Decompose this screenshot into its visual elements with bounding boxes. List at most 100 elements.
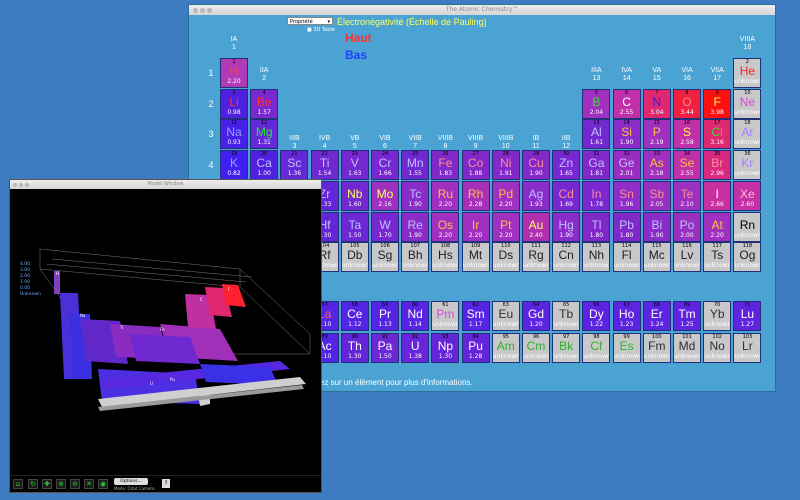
- element-cell-Cf[interactable]: 98 Cf unknown: [582, 333, 611, 363]
- element-cell-Ar[interactable]: 18 Ar unknown: [733, 119, 762, 150]
- element-cell-Md[interactable]: 101 Md unknown: [673, 333, 701, 363]
- fit-icon[interactable]: ✕: [84, 479, 94, 489]
- element-cell-Es[interactable]: 99 Es unknown: [612, 333, 641, 363]
- table-mode-label[interactable]: ■ 3D Table: [307, 27, 335, 33]
- element-cell-Tm[interactable]: 69 Tm 1.25: [673, 301, 701, 331]
- element-cell-Kr[interactable]: 36 Kr unknown: [733, 150, 762, 181]
- property-dropdown[interactable]: Propriété ▾: [287, 17, 333, 25]
- element-cell-Ag[interactable]: Ag 1.93: [522, 180, 550, 211]
- element-cell-Er[interactable]: 68 Er 1.24: [642, 301, 671, 331]
- element-cell-Rh[interactable]: Rh 2.28: [461, 180, 490, 211]
- element-cell-K[interactable]: 19 K 0.82: [220, 150, 248, 181]
- element-cell-Ne[interactable]: 10 Ne unknown: [733, 88, 762, 119]
- element-cell-Ge[interactable]: 32 Ge 2.01: [612, 150, 641, 181]
- element-cell-Ga[interactable]: 31 Ga 1.81: [582, 150, 611, 181]
- element-cell-Nb[interactable]: Nb 1.60: [340, 180, 369, 211]
- element-cell-Ir[interactable]: Ir 2.20: [461, 211, 490, 242]
- element-cell-Po[interactable]: Po 2.00: [673, 211, 701, 242]
- element-cell-Ni[interactable]: 28 Ni 1.91: [491, 150, 520, 181]
- element-cell-Cu[interactable]: 29 Cu 1.90: [522, 150, 550, 181]
- element-cell-S[interactable]: 16 S 2.58: [673, 119, 701, 150]
- element-cell-V[interactable]: 23 V 1.63: [340, 150, 369, 181]
- element-cell-Lu[interactable]: 71 Lu 1.27: [733, 301, 762, 331]
- element-cell-Tb[interactable]: 65 Tb unknown: [552, 301, 581, 331]
- element-cell-Og[interactable]: 118 Og unknown: [733, 242, 762, 273]
- element-cell-He[interactable]: 2 He unknown: [733, 58, 762, 88]
- element-cell-U[interactable]: 92 U 1.38: [401, 333, 430, 363]
- zoom-in-icon[interactable]: ⊕: [56, 479, 66, 489]
- element-cell-Lv[interactable]: 116 Lv unknown: [673, 242, 701, 273]
- element-cell-H[interactable]: 1 H 2.20: [220, 58, 248, 88]
- options-button[interactable]: Options...: [114, 478, 148, 485]
- element-cell-Np[interactable]: 93 Np 1.30: [431, 333, 460, 363]
- element-cell-Te[interactable]: Te 2.10: [673, 180, 701, 211]
- home-icon[interactable]: ⌂: [13, 479, 23, 489]
- element-cell-At[interactable]: At 2.20: [703, 211, 732, 242]
- element-cell-C[interactable]: 6 C 2.55: [612, 88, 641, 119]
- element-cell-Nd[interactable]: 60 Nd 1.14: [401, 301, 430, 331]
- element-cell-Mt[interactable]: 109 Mt unknown: [461, 242, 490, 273]
- element-cell-Pm[interactable]: 61 Pm unknown: [431, 301, 460, 331]
- element-cell-Ds[interactable]: 110 Ds unknown: [491, 242, 520, 273]
- element-cell-Fe[interactable]: 26 Fe 1.83: [431, 150, 460, 181]
- element-cell-N[interactable]: 7 N 3.04: [642, 88, 671, 119]
- pan-icon[interactable]: ✚: [42, 479, 52, 489]
- element-cell-Th[interactable]: 90 Th 1.30: [340, 333, 369, 363]
- element-cell-Dy[interactable]: 66 Dy 1.22: [582, 301, 611, 331]
- element-cell-Li[interactable]: 3 Li 0.98: [220, 88, 248, 119]
- element-cell-Pa[interactable]: 91 Pa 1.50: [371, 333, 399, 363]
- element-cell-Au[interactable]: Au 2.40: [522, 211, 550, 242]
- element-cell-Db[interactable]: 105 Db unknown: [340, 242, 369, 273]
- element-cell-Cm[interactable]: 96 Cm unknown: [522, 333, 550, 363]
- element-cell-Yb[interactable]: 70 Yb unknown: [703, 301, 732, 331]
- element-cell-Os[interactable]: Os 2.20: [431, 211, 460, 242]
- element-cell-Cn[interactable]: 112 Cn unknown: [552, 242, 581, 273]
- element-cell-Tc[interactable]: Tc 1.90: [401, 180, 430, 211]
- element-cell-Sb[interactable]: Sb 2.05: [642, 180, 671, 211]
- element-cell-O[interactable]: 8 O 3.44: [673, 88, 701, 119]
- element-cell-Sc[interactable]: 21 Sc 1.36: [280, 150, 309, 181]
- element-cell-Re[interactable]: Re 1.90: [401, 211, 430, 242]
- orbit-icon[interactable]: ↻: [28, 479, 38, 489]
- element-cell-P[interactable]: 15 P 2.19: [642, 119, 671, 150]
- element-cell-Fm[interactable]: 100 Fm unknown: [642, 333, 671, 363]
- element-cell-Ti[interactable]: 22 Ti 1.54: [310, 150, 339, 181]
- element-cell-Nh[interactable]: 113 Nh unknown: [582, 242, 611, 273]
- element-cell-As[interactable]: 33 As 2.18: [642, 150, 671, 181]
- element-cell-Bi[interactable]: Bi 1.90: [642, 211, 671, 242]
- element-cell-I[interactable]: I 2.66: [703, 180, 732, 211]
- element-cell-Se[interactable]: 34 Se 2.55: [673, 150, 701, 181]
- element-cell-Gd[interactable]: 64 Gd 1.20: [522, 301, 550, 331]
- element-cell-Cr[interactable]: 24 Cr 1.66: [371, 150, 399, 181]
- element-cell-W[interactable]: W 1.70: [371, 211, 399, 242]
- element-cell-Ru[interactable]: Ru 2.20: [431, 180, 460, 211]
- main-titlebar[interactable]: The Atomic Chemistry™: [189, 5, 775, 15]
- eye-icon[interactable]: ◉: [98, 479, 108, 489]
- element-cell-Mc[interactable]: 115 Mc unknown: [642, 242, 671, 273]
- element-cell-Pr[interactable]: 59 Pr 1.13: [371, 301, 399, 331]
- element-cell-Br[interactable]: 35 Br 2.96: [703, 150, 732, 181]
- element-cell-Co[interactable]: 27 Co 1.88: [461, 150, 490, 181]
- zoom-out-icon[interactable]: ⊖: [70, 479, 80, 489]
- element-cell-Si[interactable]: 14 Si 1.90: [612, 119, 641, 150]
- element-cell-Hg[interactable]: Hg 1.90: [552, 211, 581, 242]
- element-cell-Fl[interactable]: 114 Fl unknown: [612, 242, 641, 273]
- help-button[interactable]: ?: [162, 479, 170, 488]
- element-cell-Pb[interactable]: Pb 1.80: [612, 211, 641, 242]
- element-cell-F[interactable]: 9 F 3.98: [703, 88, 732, 119]
- element-cell-Zn[interactable]: 30 Zn 1.65: [552, 150, 581, 181]
- element-cell-Lr[interactable]: 103 Lr unknown: [733, 333, 762, 363]
- model-titlebar[interactable]: Model Window: [10, 180, 321, 189]
- element-cell-Am[interactable]: 95 Am unknown: [491, 333, 520, 363]
- element-cell-Hs[interactable]: 108 Hs unknown: [431, 242, 460, 273]
- 3d-model-view[interactable]: HNaTi FeCF UPu: [10, 189, 321, 469]
- element-cell-Eu[interactable]: 63 Eu unknown: [491, 301, 520, 331]
- element-cell-Bk[interactable]: 97 Bk unknown: [552, 333, 581, 363]
- element-cell-Mg[interactable]: 12 Mg 1.31: [250, 119, 279, 150]
- element-cell-Ta[interactable]: Ta 1.50: [340, 211, 369, 242]
- element-cell-In[interactable]: In 1.78: [582, 180, 611, 211]
- element-cell-Mn[interactable]: 25 Mn 1.55: [401, 150, 430, 181]
- element-cell-Sg[interactable]: 106 Sg unknown: [371, 242, 399, 273]
- element-cell-Pd[interactable]: Pd 2.20: [491, 180, 520, 211]
- element-cell-Ts[interactable]: 117 Ts unknown: [703, 242, 732, 273]
